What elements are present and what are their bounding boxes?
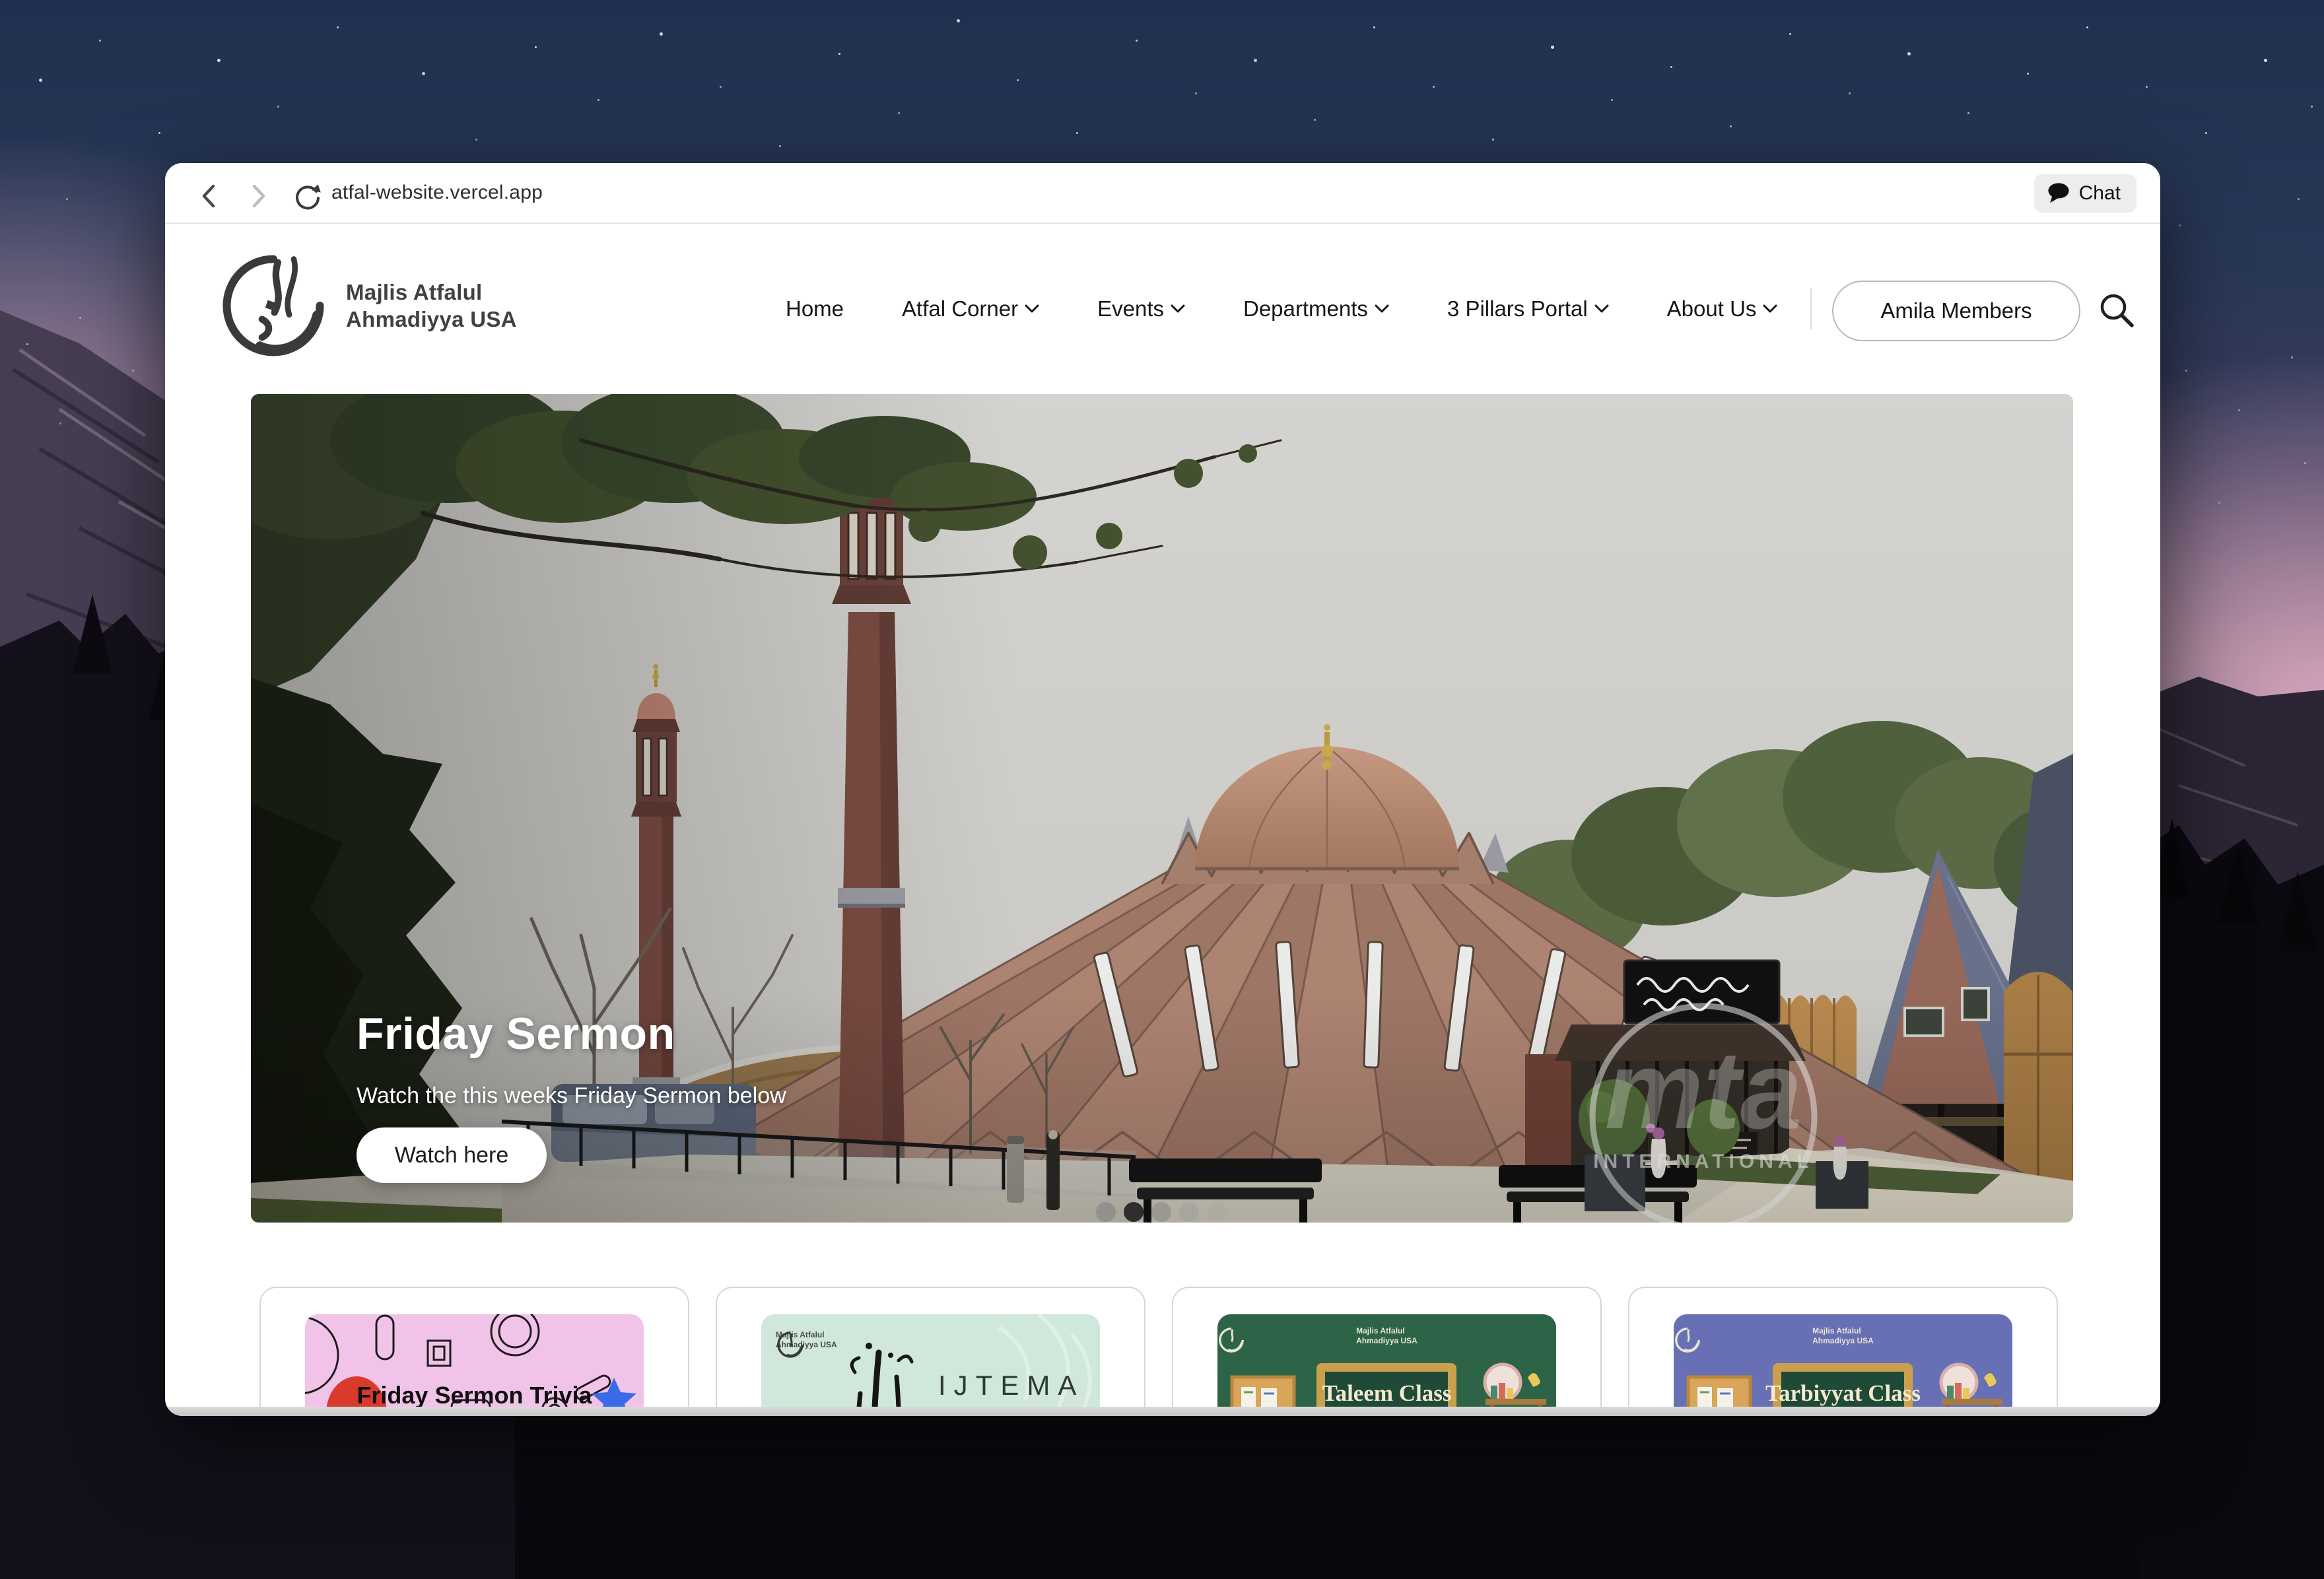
forward-button[interactable] — [242, 179, 276, 213]
browser-toolbar: atfal-website.vercel.app Chat — [165, 163, 2160, 224]
carousel-dot-3[interactable] — [1151, 1202, 1171, 1222]
window-bottom-edge — [165, 1407, 2160, 1416]
amila-members-button[interactable]: Amila Members — [1832, 281, 2080, 341]
nav-events-label: Events — [1097, 296, 1164, 321]
atfal-logo-icon — [1217, 1326, 1245, 1354]
browser-window: atfal-website.vercel.app Chat — [165, 163, 2160, 1416]
nav-home[interactable]: Home — [786, 296, 844, 321]
brand[interactable]: Majlis Atfalul Ahmadiyya USA — [217, 249, 517, 362]
chevron-down-icon — [1594, 304, 1609, 314]
main-nav: Home Atfal Corner Events Departments 3 P… — [786, 224, 1777, 394]
nav-atfal-corner-label: Atfal Corner — [902, 296, 1018, 321]
card-logo-line2: Ahmadiyya USA — [1812, 1336, 1874, 1346]
hero-title: Friday Sermon — [357, 1008, 786, 1059]
chevron-down-icon — [1025, 304, 1039, 314]
brand-line1: Majlis Atfalul — [346, 279, 517, 306]
card-title-line1: Taleem Class — [1217, 1380, 1556, 1407]
card-title-line1: IJTEMA — [938, 1370, 1084, 1401]
card-logo-text: Majlis Atfalul Ahmadiyya USA — [1812, 1326, 1874, 1346]
card-logo: Majlis Atfalul Ahmadiyya USA — [1674, 1326, 2012, 1346]
back-icon — [204, 186, 213, 206]
nav-departments[interactable]: Departments — [1243, 296, 1389, 321]
card-ijtema-syllabus[interactable]: Majlis Atfalul Ahmadiyya USA IJTEMA SYLL… — [716, 1287, 1145, 1416]
chat-label: Chat — [2079, 182, 2121, 205]
nav-events[interactable]: Events — [1097, 296, 1185, 321]
carousel-dot-1[interactable] — [1096, 1202, 1116, 1222]
forward-icon — [254, 186, 263, 206]
site-header: Majlis Atfalul Ahmadiyya USA Home Atfal … — [165, 224, 2160, 394]
card-title: Friday Sermon Trivia — [305, 1382, 644, 1409]
carousel-dot-4[interactable] — [1179, 1202, 1199, 1222]
reload-icon — [292, 181, 323, 211]
chevron-down-icon — [1763, 304, 1777, 314]
card-logo-line1: Majlis Atfalul — [1356, 1326, 1418, 1336]
nav-about-us[interactable]: About Us — [1667, 296, 1778, 321]
chevron-down-icon — [1375, 304, 1389, 314]
card-friday-sermon-trivia-image: Friday Sermon Trivia — [305, 1314, 644, 1416]
search-icon — [2098, 291, 2136, 329]
screen: atfal-website.vercel.app Chat — [0, 0, 2324, 1579]
card-taleem-class-resources[interactable]: Majlis Atfalul Ahmadiyya USA Taleem Clas… — [1172, 1287, 1602, 1416]
nav-3-pillars-portal-label: 3 Pillars Portal — [1447, 296, 1588, 321]
card-logo-text: Majlis Atfalul Ahmadiyya USA — [1356, 1326, 1418, 1346]
hero-copy: Friday Sermon Watch the this weeks Frida… — [357, 1008, 786, 1183]
brand-line2: Ahmadiyya USA — [346, 306, 517, 333]
card-tarbiyyat-class-resources[interactable]: Majlis Atfalul Ahmadiyya USA Tarbiyyat C… — [1628, 1287, 2058, 1416]
back-button[interactable] — [191, 179, 226, 213]
watch-here-label: Watch here — [395, 1143, 509, 1168]
chat-bubble-icon — [2046, 181, 2071, 206]
nav-home-label: Home — [786, 296, 844, 321]
card-logo-line1: Majlis Atfalul — [1812, 1326, 1874, 1336]
card-friday-sermon-trivia[interactable]: Friday Sermon Trivia — [259, 1287, 689, 1416]
chat-button[interactable]: Chat — [2034, 174, 2136, 213]
hero-subtitle: Watch the this weeks Friday Sermon below — [357, 1083, 786, 1109]
nav-about-us-label: About Us — [1667, 296, 1757, 321]
reload-button[interactable] — [290, 179, 325, 213]
stars — [0, 0, 2, 2]
brand-text: Majlis Atfalul Ahmadiyya USA — [346, 279, 517, 333]
card-ijtema-syllabus-image: Majlis Atfalul Ahmadiyya USA IJTEMA SYLL… — [761, 1314, 1100, 1416]
atfal-logo-icon — [776, 1330, 805, 1359]
search-button[interactable] — [2096, 290, 2137, 331]
watch-here-button[interactable]: Watch here — [357, 1127, 547, 1183]
card-logo: Majlis Atfalul Ahmadiyya USA — [776, 1330, 837, 1350]
amila-members-label: Amila Members — [1880, 298, 2032, 323]
card-taleem-class-image: Majlis Atfalul Ahmadiyya USA Taleem Clas… — [1217, 1314, 1556, 1416]
atfal-logo-icon — [1674, 1326, 1701, 1354]
card-logo: Majlis Atfalul Ahmadiyya USA — [1217, 1326, 1556, 1346]
header-divider — [1810, 288, 1812, 329]
nav-atfal-corner[interactable]: Atfal Corner — [902, 296, 1039, 321]
card-title-line1: Tarbiyyat Class — [1674, 1380, 2012, 1407]
chevron-down-icon — [1171, 304, 1185, 314]
nav-3-pillars-portal[interactable]: 3 Pillars Portal — [1447, 296, 1609, 321]
hero-carousel: mta INTERNATIONAL Friday Sermon Watch th… — [251, 394, 2073, 1223]
card-logo-line2: Ahmadiyya USA — [1356, 1336, 1418, 1346]
carousel-dot-2-active[interactable] — [1124, 1202, 1144, 1222]
card-tarbiyyat-class-image: Majlis Atfalul Ahmadiyya USA Tarbiyyat C… — [1674, 1314, 2012, 1416]
atfal-logo-icon — [217, 249, 330, 362]
carousel-dots — [1096, 1202, 1227, 1222]
address-bar[interactable]: atfal-website.vercel.app — [331, 163, 543, 222]
nav-departments-label: Departments — [1243, 296, 1368, 321]
carousel-dot-5[interactable] — [1207, 1202, 1227, 1222]
